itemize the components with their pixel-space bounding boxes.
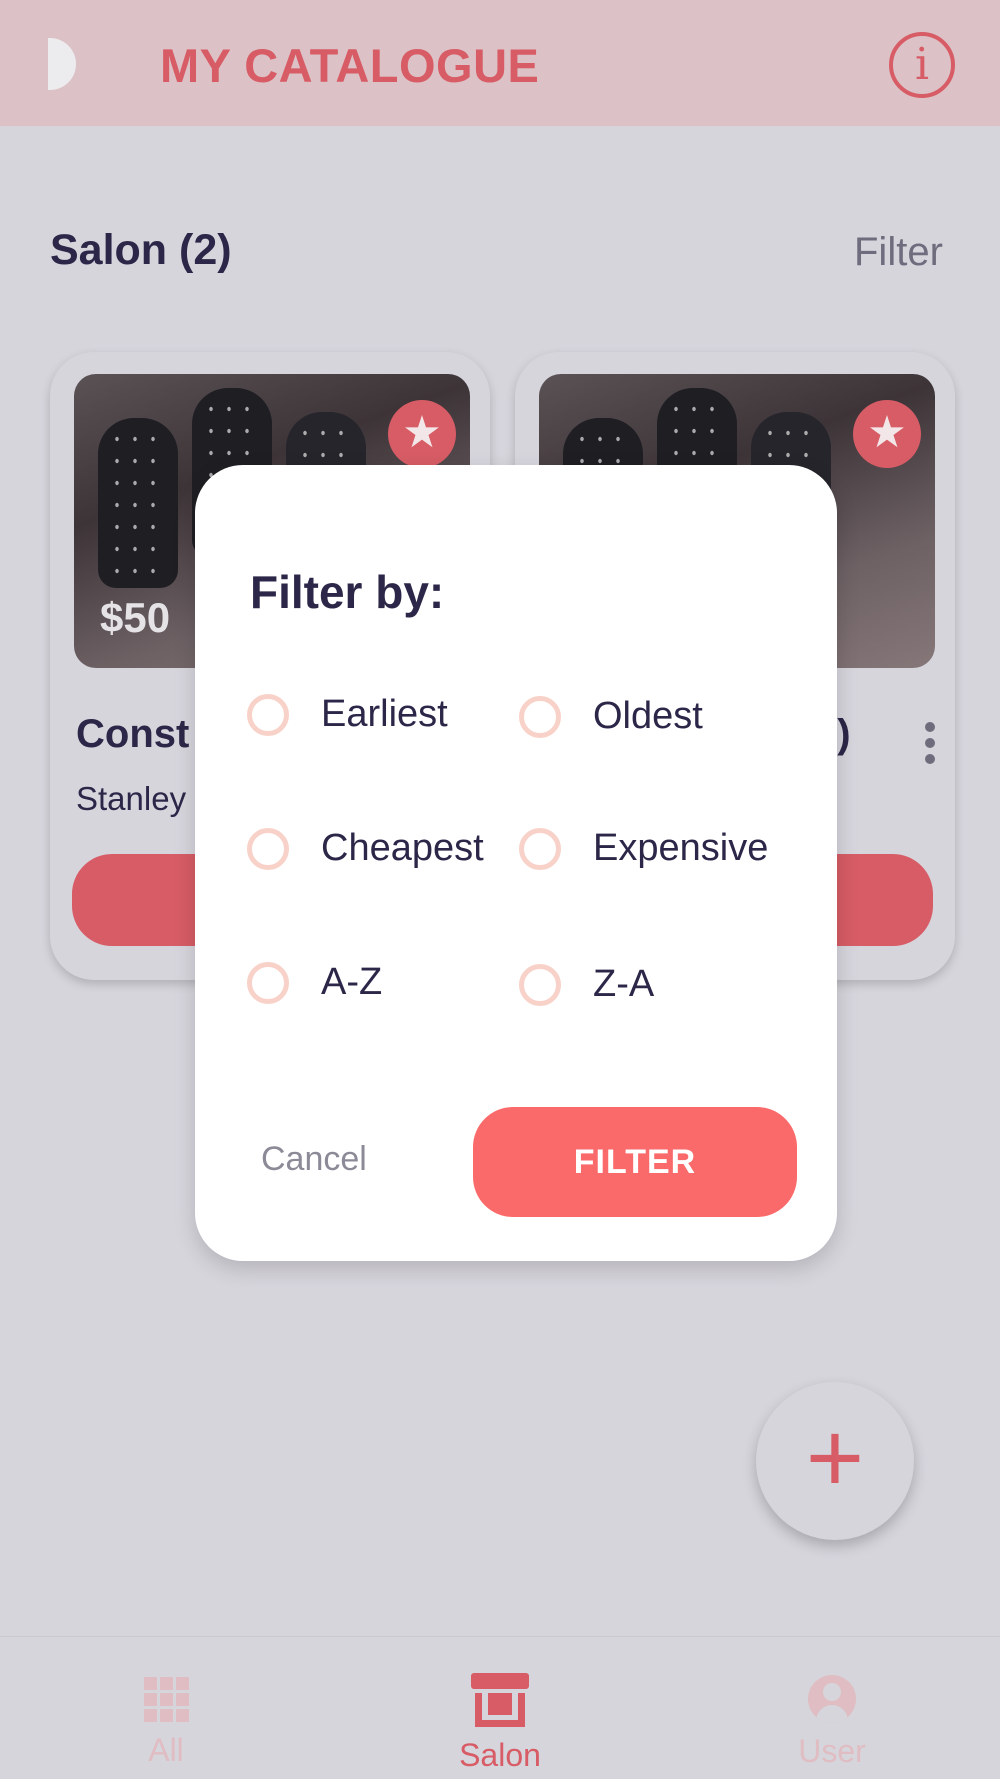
filter-option-a-z[interactable]: A-Z xyxy=(247,961,382,1004)
menu-toggle-icon[interactable] xyxy=(48,38,76,90)
radio-button[interactable] xyxy=(519,963,561,1006)
grid-icon xyxy=(143,1677,189,1722)
option-label: Z-A xyxy=(593,963,655,1005)
filter-link[interactable]: Filter xyxy=(854,230,943,275)
info-icon[interactable]: i xyxy=(889,32,955,98)
nav-label: User xyxy=(798,1733,866,1769)
card-title: Const xyxy=(76,712,190,756)
nav-item-salon[interactable]: Salon xyxy=(380,1637,620,1779)
radio-button[interactable] xyxy=(247,961,289,1004)
store-icon xyxy=(471,1673,529,1727)
more-options-icon[interactable] xyxy=(925,722,937,770)
filter-option-oldest[interactable]: Oldest xyxy=(519,695,703,738)
bottom-navigation: All Salon User xyxy=(0,1636,1000,1779)
filter-option-cheapest[interactable]: Cheapest xyxy=(247,827,484,870)
option-label: A-Z xyxy=(321,961,383,1003)
favorite-star-icon[interactable]: ★ xyxy=(388,400,456,468)
option-label: Oldest xyxy=(593,695,703,737)
filter-option-earliest[interactable]: Earliest xyxy=(247,693,448,736)
filter-option-expensive[interactable]: Expensive xyxy=(519,827,768,870)
dialog-title: Filter by: xyxy=(250,566,445,618)
nav-label: All xyxy=(148,1732,184,1768)
card-artist: Stanley xyxy=(76,780,187,817)
radio-button[interactable] xyxy=(519,695,561,738)
page-title: MY CATALOGUE xyxy=(160,39,540,92)
nav-label: Salon xyxy=(459,1737,541,1773)
option-label: Earliest xyxy=(321,693,448,735)
filter-dialog: Filter by: Earliest Oldest Cheapest Expe… xyxy=(195,465,837,1261)
user-icon xyxy=(808,1675,856,1723)
filter-button[interactable]: FILTER xyxy=(473,1107,797,1217)
cancel-button[interactable]: Cancel xyxy=(261,1140,367,1179)
add-button[interactable]: + xyxy=(756,1382,914,1540)
price-label: $50 xyxy=(100,594,171,641)
radio-button[interactable] xyxy=(247,693,289,736)
nav-item-user[interactable]: User xyxy=(712,1637,952,1779)
filter-option-z-a[interactable]: Z-A xyxy=(519,963,654,1006)
app-header: MY CATALOGUE i xyxy=(0,0,1000,126)
section-title: Salon (2) xyxy=(50,226,232,274)
radio-button[interactable] xyxy=(247,827,289,870)
option-label: Cheapest xyxy=(321,827,484,869)
option-label: Expensive xyxy=(593,827,769,869)
radio-button[interactable] xyxy=(519,827,561,870)
favorite-star-icon[interactable]: ★ xyxy=(853,400,921,468)
nav-item-all[interactable]: All xyxy=(46,1637,286,1779)
